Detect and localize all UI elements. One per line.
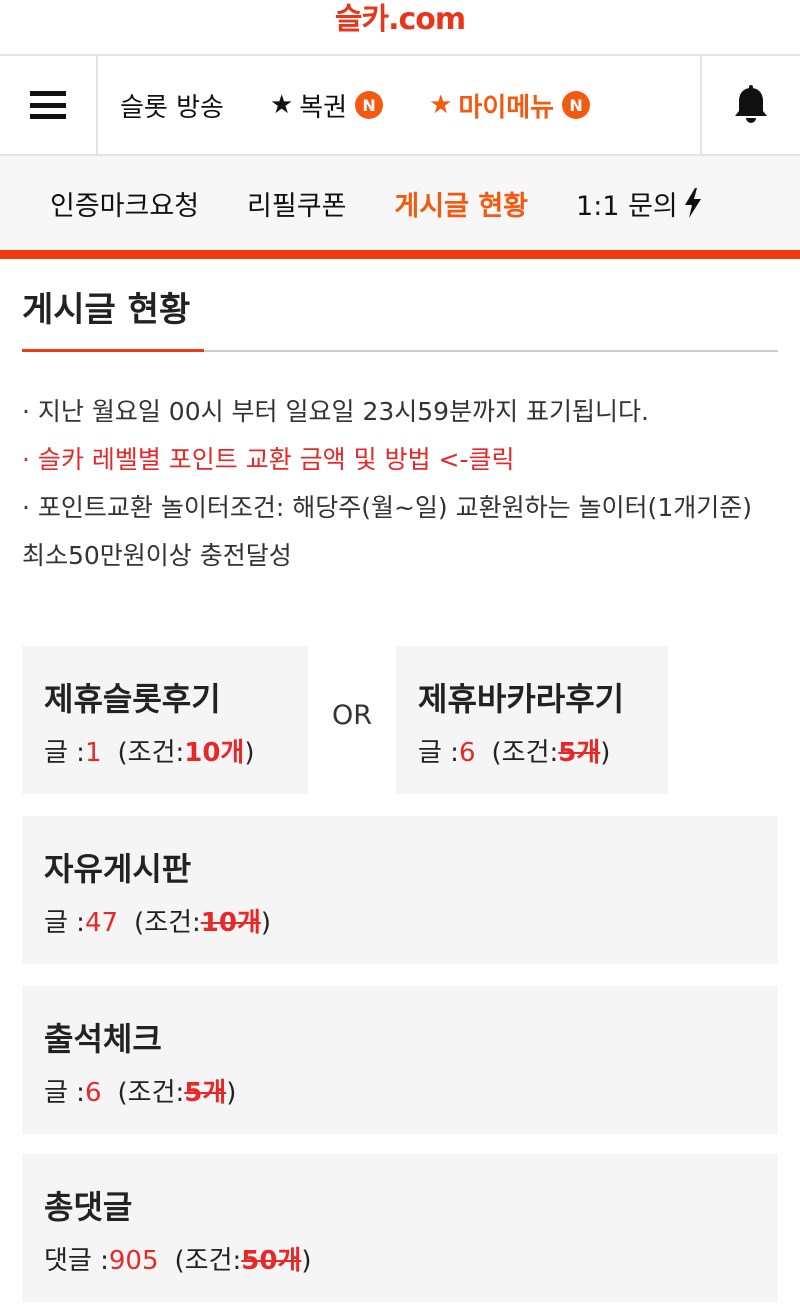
condition-prefix: (조건: [174, 1246, 242, 1276]
condition-suffix: ) [244, 738, 255, 768]
stat-card-partner-baccarat-review: 제휴바카라후기 글 :6 (조건:5개) [396, 646, 668, 794]
stat-card-attendance-check: 출석체크 글 :6 (조건:5개) [22, 986, 778, 1134]
condition-value: 5개 [558, 738, 601, 768]
post-count: 1 [84, 738, 102, 768]
title-accent-bar [22, 349, 204, 352]
page-title: 게시글 현황 [22, 290, 191, 330]
star-icon: ★ [429, 90, 453, 120]
condition-prefix: (조건: [117, 1078, 185, 1108]
sub-nav-refill-coupon[interactable]: 리필쿠폰 [247, 184, 346, 223]
post-count: 6 [84, 1078, 102, 1108]
notification-button[interactable] [700, 56, 800, 154]
lightning-icon [684, 188, 701, 218]
top-nav-label: 복권 [299, 92, 348, 123]
condition-value: 5개 [184, 1078, 227, 1108]
condition-prefix: (조건: [491, 738, 559, 768]
condition-value: 10개 [184, 738, 245, 768]
top-nav-label: 슬롯 방송 [120, 92, 224, 123]
top-nav-item-lottery[interactable]: ★ 복권 N [269, 87, 384, 124]
condition-suffix: ) [260, 908, 272, 938]
card-title: 제휴바카라후기 [418, 680, 625, 718]
hamburger-icon [30, 91, 66, 119]
stat-card-partner-slot-review: 제휴슬롯후기 글 :1 (조건:10개) [22, 646, 308, 794]
card-count-line: 글 :47 (조건:10개) [44, 902, 778, 939]
top-nav-label: 마이메뉴 [458, 92, 555, 123]
sub-nav-underline [0, 250, 800, 259]
condition-prefix: (조건: [117, 738, 185, 768]
menu-button[interactable] [0, 56, 98, 154]
count-label: 글 : [44, 908, 85, 938]
new-badge: N [355, 91, 384, 119]
post-count: 47 [84, 908, 119, 938]
card-title: 총댓글 [44, 1188, 133, 1226]
top-navigation: 슬롯 방송 ★ 복권 N ★ 마이메뉴 N [0, 54, 800, 156]
note-period: · 지난 월요일 00시 부터 일요일 23시59분까지 표기됩니다. [22, 397, 649, 426]
comment-count: 905 [108, 1246, 159, 1276]
condition-value: 10개 [200, 908, 261, 938]
top-nav-item-slot-broadcast[interactable]: 슬롯 방송 [120, 87, 224, 124]
site-logo[interactable]: 슬카.com [335, 0, 466, 38]
sub-nav-label: 1:1 문의 [576, 190, 678, 222]
post-count: 6 [458, 738, 476, 768]
info-notes: · 지난 월요일 00시 부터 일요일 23시59분까지 표기됩니다. · 슬카… [22, 388, 782, 580]
new-badge: N [562, 91, 591, 119]
condition-suffix: ) [600, 738, 611, 768]
stat-card-total-comments: 총댓글 댓글 :905 (조건:50개) [22, 1154, 778, 1302]
note-exchange-condition: · 포인트교환 놀이터조건: 해당주(월~일) 교환원하는 놀이터(1개기준) … [22, 493, 752, 570]
stat-card-free-board: 자유게시판 글 :47 (조건:10개) [22, 816, 778, 964]
condition-value: 50개 [241, 1246, 302, 1276]
or-separator: OR [331, 700, 372, 731]
site-header: 슬카.com [0, 0, 800, 40]
sub-nav-post-status[interactable]: 게시글 현황 [394, 184, 528, 223]
count-label: 글 : [418, 738, 459, 768]
card-title: 출석체크 [44, 1020, 162, 1058]
count-label: 글 : [44, 738, 85, 768]
bell-icon [735, 85, 767, 123]
sub-navigation: 인증마크요청 리필쿠폰 게시글 현황 1:1 문의 [0, 156, 800, 250]
count-label: 글 : [44, 1078, 85, 1108]
top-nav-item-my-menu[interactable]: ★ 마이메뉴 N [429, 87, 591, 124]
condition-suffix: ) [226, 1078, 237, 1108]
condition-suffix: ) [301, 1246, 312, 1276]
star-icon: ★ [269, 90, 294, 120]
card-title: 제휴슬롯후기 [44, 680, 221, 718]
card-title: 자유게시판 [44, 850, 192, 888]
page-title-section: 게시글 현황 [22, 278, 778, 352]
sub-nav-cert-mark-request[interactable]: 인증마크요청 [50, 184, 199, 223]
card-count-line: 댓글 :905 (조건:50개) [44, 1240, 778, 1277]
card-count-line: 글 :1 (조건:10개) [44, 732, 308, 769]
condition-prefix: (조건: [134, 908, 201, 938]
card-count-line: 글 :6 (조건:5개) [418, 732, 668, 769]
top-nav-items: 슬롯 방송 ★ 복권 N ★ 마이메뉴 N [98, 56, 700, 154]
sub-nav-inquiry[interactable]: 1:1 문의 [576, 184, 702, 223]
note-point-exchange-link[interactable]: · 슬카 레벨별 포인트 교환 금액 및 방법 <-클릭 [22, 436, 782, 484]
count-label: 댓글 : [44, 1246, 109, 1276]
card-count-line: 글 :6 (조건:5개) [44, 1072, 778, 1109]
